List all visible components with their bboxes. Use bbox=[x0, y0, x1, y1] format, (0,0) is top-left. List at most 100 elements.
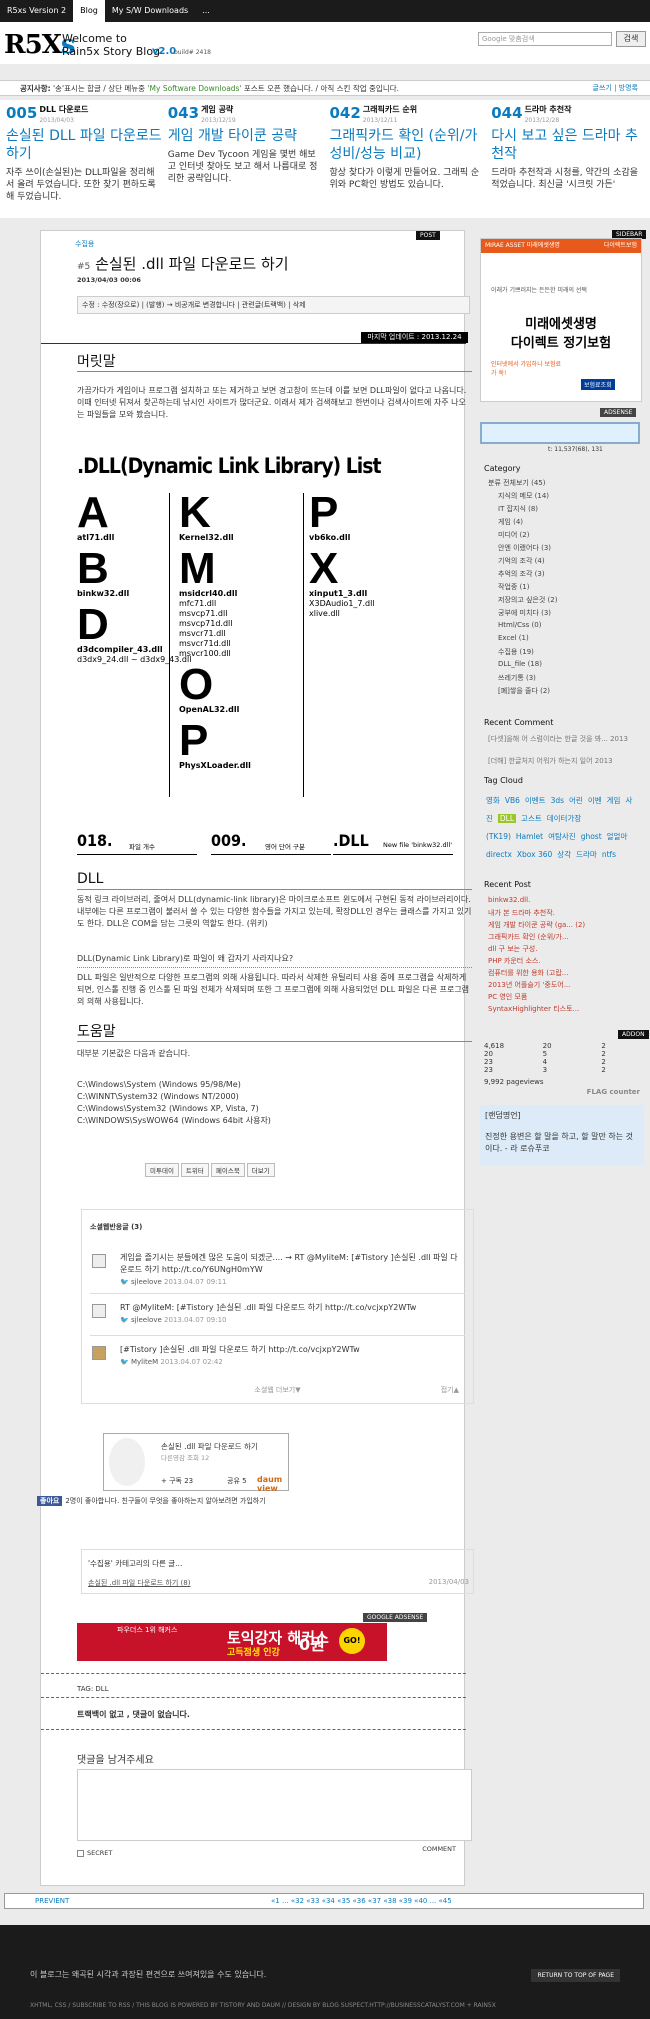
social-user[interactable]: sjleelove bbox=[131, 1278, 162, 1286]
card-title[interactable]: 손실된 .dll 파일 다운로드 하기 bbox=[161, 1441, 258, 1452]
category-item[interactable]: 분류 전체보기 (45) bbox=[488, 478, 545, 488]
category-item[interactable]: 쓰레기통 (3) bbox=[498, 673, 536, 683]
social-fold-button[interactable]: 접기▲ bbox=[441, 1385, 459, 1395]
recent-post[interactable]: 그래픽카드 확인 (순위/가... bbox=[488, 932, 638, 942]
secret-checkbox[interactable]: SECRET bbox=[77, 1849, 112, 1857]
featured-item[interactable]: 005 DLL 다운로드 2013/04/03 손실된 DLL 파일 다운로드 하기 자… bbox=[3, 100, 165, 218]
sidebar-advert[interactable]: MIRAE ASSET 미래에셋생명 다이렉트보험 이래가 기쁘러지는 든든한 미… bbox=[480, 238, 642, 402]
dll-file[interactable]: msvcr71.dll bbox=[179, 629, 251, 639]
tag-link[interactable]: 게임 bbox=[607, 796, 621, 805]
share-twitter-button[interactable]: 트위터 bbox=[180, 1163, 209, 1177]
edit-bar[interactable]: 수정 : 수정(장으로) | (발행) → 비공개로 변경합니다 | 관련글(트… bbox=[77, 296, 470, 314]
recent-post[interactable]: PHP 카운터 소스. bbox=[488, 956, 638, 966]
recent-comment-1[interactable]: [다셋]을해 어 스럼이라는 한글 것을 봐... 2013 bbox=[488, 734, 638, 744]
post-category[interactable]: 수집용 bbox=[75, 239, 94, 249]
topnav-downloads[interactable]: My S/W Downloads bbox=[105, 0, 195, 22]
recent-post[interactable]: PC 영인 모품 bbox=[488, 992, 638, 1002]
share-count-button[interactable]: 공유 5 bbox=[227, 1476, 247, 1486]
comment-textarea[interactable] bbox=[77, 1769, 472, 1841]
category-item[interactable]: 안엔 이랬어다 (3) bbox=[498, 543, 551, 553]
notice-link[interactable]: 'My Software Downloads' bbox=[147, 84, 241, 93]
dll-file[interactable]: mfc71.dll bbox=[179, 599, 251, 609]
category-item[interactable]: Html/Css (0) bbox=[498, 621, 541, 629]
recent-post[interactable]: SyntaxHighlighter 티스토... bbox=[488, 1004, 638, 1014]
category-item[interactable]: Excel (1) bbox=[498, 634, 529, 642]
dll-file[interactable]: vb6ko.dll bbox=[309, 533, 375, 543]
dll-file[interactable]: Kernel32.dll bbox=[179, 533, 251, 543]
featured-headline[interactable]: 게임 개발 타이쿤 공략 bbox=[168, 127, 324, 145]
featured-headline[interactable]: 다시 보고 싶은 드라마 추천작 bbox=[491, 127, 647, 163]
category-item[interactable]: 게임 (4) bbox=[498, 517, 523, 527]
advert-banner[interactable]: 파우더스 1위 해커스 토익강자 해커스 고득점생 인강 0원 GO! bbox=[77, 1623, 387, 1661]
tag-link[interactable]: ghost bbox=[581, 832, 602, 841]
share-facebook-button[interactable]: 페이스북 bbox=[210, 1163, 245, 1177]
tag-link[interactable]: 드라마 bbox=[576, 850, 597, 859]
tag-link[interactable]: VB6 bbox=[505, 796, 520, 805]
tag-link[interactable]: Xbox 360 bbox=[517, 850, 552, 859]
related-link[interactable]: 손실된 .dll 파일 다운로드 하기 (8) bbox=[88, 1578, 190, 1588]
recent-post[interactable]: 2013년 어플슬기 '중도어... bbox=[488, 980, 638, 990]
category-item[interactable]: 미디어 (2) bbox=[498, 530, 529, 540]
category-item[interactable]: 수집용 (19) bbox=[498, 647, 534, 657]
dll-file[interactable]: msvcr71d.dll bbox=[179, 639, 251, 649]
tag-link[interactable]: 상각 bbox=[557, 850, 571, 859]
search-button[interactable]: 검색 bbox=[616, 31, 646, 47]
share-more-button[interactable]: 더보기 bbox=[246, 1163, 275, 1177]
tag-link[interactable]: directx bbox=[486, 850, 512, 859]
category-item[interactable]: DLL_file (18) bbox=[498, 660, 542, 668]
social-user[interactable]: MyliteM bbox=[131, 1358, 158, 1366]
sidebar-search-input[interactable] bbox=[480, 422, 640, 444]
tag-link[interactable]: 여탐사진 bbox=[548, 832, 576, 841]
category-item[interactable]: IT 잡지식 (8) bbox=[498, 504, 538, 514]
category-item[interactable]: 추억의 조각 (3) bbox=[498, 569, 545, 579]
return-to-top-button[interactable]: RETURN TO TOP OF PAGE bbox=[531, 1969, 620, 1982]
dll-file[interactable]: msidcrl40.dll bbox=[179, 589, 251, 599]
recent-post[interactable]: 컴퓨터를 위한 용화 (고랍... bbox=[488, 968, 638, 978]
search-input[interactable]: Google 맞춤검색 bbox=[478, 32, 612, 46]
tag-link[interactable]: Hamlet bbox=[516, 832, 543, 841]
dll-file[interactable]: d3dcompiler_43.dll bbox=[77, 645, 191, 655]
share-me2day-button[interactable]: 미투데이 bbox=[145, 1163, 179, 1177]
dll-file[interactable]: X3DAudio1_7.dll bbox=[309, 599, 375, 609]
dll-file[interactable]: d3dx9_24.dll ~ d3dx9_43.dll bbox=[77, 655, 191, 665]
tag-link[interactable]: 어린 bbox=[569, 796, 583, 805]
featured-item[interactable]: 044 드라마 추천작 2013/12/28 다시 보고 싶은 드라마 추천작 드라마 … bbox=[488, 100, 650, 218]
checkbox-icon[interactable] bbox=[77, 1849, 84, 1857]
tag-link[interactable]: ntfs bbox=[602, 850, 616, 859]
social-more-button[interactable]: 소셜웹 더보기▼ bbox=[90, 1385, 465, 1395]
tag-link[interactable]: 영화 bbox=[486, 796, 500, 805]
comment-submit-button[interactable]: COMMENT bbox=[422, 1845, 456, 1853]
recent-post[interactable]: 게임 개발 타이쿤 공략 (ga... (2) bbox=[488, 920, 638, 930]
category-item[interactable]: 기억의 조각 (4) bbox=[498, 556, 545, 566]
social-user[interactable]: sjleelove bbox=[131, 1316, 162, 1324]
dll-file[interactable]: msvcr100.dll bbox=[179, 649, 251, 659]
post-tags[interactable]: TAG: DLL bbox=[77, 1685, 109, 1693]
category-item[interactable]: 궁부에 미치다 (3) bbox=[498, 608, 551, 618]
recent-post[interactable]: 내가 본 드라마 추천작. bbox=[488, 908, 638, 918]
featured-item[interactable]: 042 그래픽카드 순위 2013/12/11 그래픽카드 확인 (순위/가성비/성능… bbox=[327, 100, 489, 218]
tag-link[interactable]: 얼얼아 bbox=[607, 832, 628, 841]
category-item[interactable]: 작업중 (1) bbox=[498, 582, 529, 592]
recent-post[interactable]: binkw32.dll. bbox=[488, 896, 638, 904]
tag-link[interactable]: 이벤트 bbox=[525, 796, 546, 805]
prev-link[interactable]: PREVIENT bbox=[35, 1894, 69, 1908]
featured-item[interactable]: 043 게임 공략 2013/12/19 게임 개발 타이쿤 공략 Game Dev T… bbox=[165, 100, 327, 218]
tag-link[interactable]: 이벤 bbox=[588, 796, 602, 805]
featured-headline[interactable]: 그래픽카드 확인 (순위/가성비/성능 비교) bbox=[330, 127, 486, 163]
dll-file[interactable]: atl71.dll bbox=[77, 533, 191, 543]
dll-file[interactable]: xinput1_3.dll bbox=[309, 589, 375, 599]
tag-link[interactable]: 고스트 bbox=[521, 814, 542, 823]
dll-file[interactable]: msvcp71.dll bbox=[179, 609, 251, 619]
page-links[interactable]: «1 ... «32 «33 «34 «35 «36 «37 «38 «39 «… bbox=[271, 1894, 452, 1908]
like-button[interactable]: 좋아요 bbox=[37, 1496, 63, 1506]
featured-headline[interactable]: 손실된 DLL 파일 다운로드 하기 bbox=[6, 127, 162, 163]
subscribe-button[interactable]: + 구독 23 bbox=[161, 1476, 193, 1486]
dll-file[interactable]: msvcp71d.dll bbox=[179, 619, 251, 629]
recent-post[interactable]: dll 구 보는 구성. bbox=[488, 944, 638, 954]
topnav-more[interactable]: ... bbox=[195, 0, 217, 22]
dll-file[interactable]: OpenAL32.dll bbox=[179, 705, 251, 715]
flag-counter-logo[interactable]: FLAG counter bbox=[484, 1088, 640, 1096]
tag-link[interactable]: DLL bbox=[497, 814, 517, 823]
daum-view-logo[interactable]: daum view bbox=[257, 1475, 288, 1493]
topnav-blog[interactable]: Blog bbox=[73, 0, 105, 22]
